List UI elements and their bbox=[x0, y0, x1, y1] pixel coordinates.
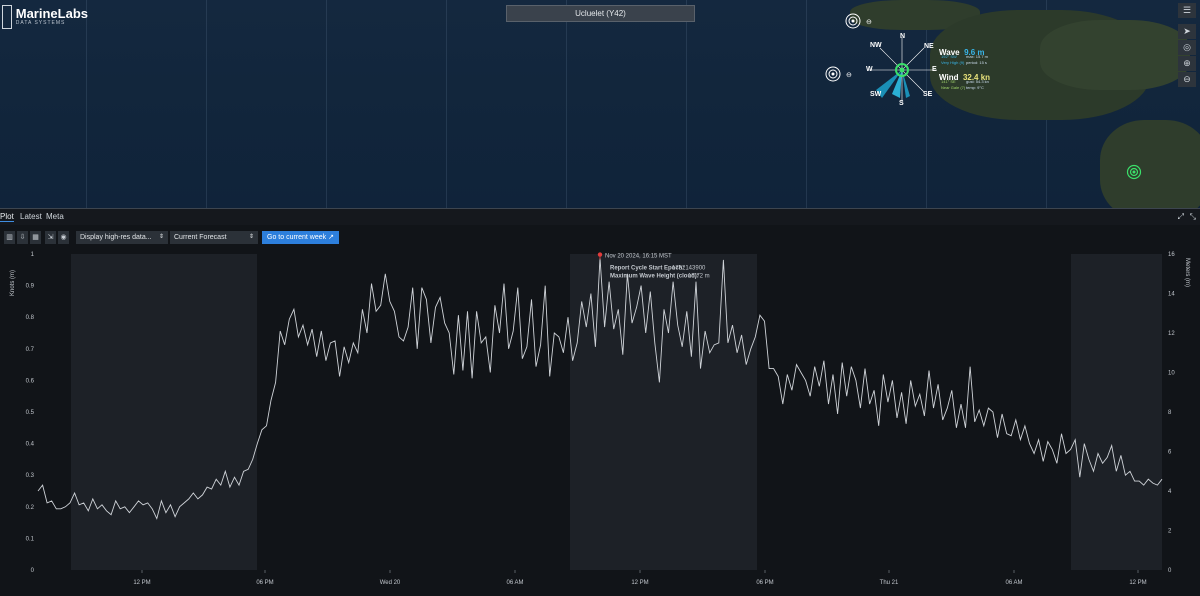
logo-name: MarineLabs bbox=[15, 6, 88, 21]
collapse-icon[interactable]: ⤡ bbox=[1190, 212, 1196, 222]
expand-icon[interactable]: ⤢ bbox=[1178, 212, 1184, 222]
x-tick-label: Wed 20 bbox=[380, 580, 401, 586]
navigate-icon[interactable]: ➤ bbox=[1178, 24, 1196, 39]
coastline bbox=[1040, 20, 1190, 90]
wind-temp: temp: 9°C bbox=[966, 85, 984, 90]
external-link-icon: ↗ bbox=[328, 234, 334, 241]
map-toolbar: ☰ ➤ ◎ ⊕ ⊖ bbox=[1178, 3, 1196, 88]
tab-meta[interactable]: Meta bbox=[46, 212, 64, 221]
y-left-tick-label: 0.6 bbox=[26, 378, 35, 384]
tooltip-line2-value: 15.72 m bbox=[688, 274, 710, 280]
y-left-tick-label: 0.2 bbox=[26, 505, 35, 511]
night-region bbox=[1071, 254, 1162, 570]
compass-se: SE bbox=[923, 91, 933, 98]
y-left-tick-label: 0.4 bbox=[26, 442, 35, 448]
x-tick-label: Thu 21 bbox=[880, 580, 899, 586]
wave-direction: 192° SW bbox=[941, 54, 957, 59]
download-icon[interactable]: ⇩ bbox=[17, 231, 28, 244]
zoom-out-icon[interactable]: ⊖ bbox=[1178, 72, 1196, 87]
y-right-tick-label: 10 bbox=[1168, 371, 1175, 377]
wind-state: Near Gale (7) bbox=[941, 85, 966, 90]
y-right-tick-label: 6 bbox=[1168, 450, 1172, 456]
y-right-tick-label: 16 bbox=[1168, 252, 1175, 258]
compass-e: E bbox=[932, 66, 937, 73]
y-left-tick-label: 0 bbox=[31, 568, 35, 574]
eye-icon[interactable]: ◉ bbox=[58, 231, 69, 244]
range-icon[interactable]: ⇲ bbox=[45, 231, 56, 244]
wind-gust: gust: 54.3 kn bbox=[966, 79, 989, 84]
compass-w: W bbox=[866, 66, 873, 73]
menu-icon[interactable]: ☰ bbox=[1178, 3, 1196, 18]
go-button-label: Go to current week bbox=[267, 234, 327, 241]
chart-type-icon[interactable]: ▥ bbox=[4, 231, 15, 244]
map-view[interactable]: MarineLabs DATA SYSTEMS Ucluelet (Y42) ⊖… bbox=[0, 0, 1200, 208]
select-arrow-icon: ⇕ bbox=[158, 234, 164, 240]
display-select[interactable]: Display high-res data... ⇕ bbox=[76, 231, 168, 244]
y-left-tick-label: 0.3 bbox=[26, 473, 35, 479]
y-right-tick-label: 2 bbox=[1168, 529, 1172, 535]
go-to-current-week-button[interactable]: Go to current week ↗ bbox=[262, 231, 339, 244]
x-tick-label: 12 PM bbox=[1129, 580, 1146, 586]
wind-direction: 141° SE bbox=[941, 79, 956, 84]
zoom-in-icon[interactable]: ⊕ bbox=[1178, 56, 1196, 71]
display-select-value: Display high-res data... bbox=[80, 234, 152, 241]
wave-period: period: 15 s bbox=[966, 60, 987, 65]
y-left-tick-label: 0.7 bbox=[26, 347, 35, 353]
y-left-tick-label: 0.8 bbox=[26, 315, 35, 321]
y-left-tick-label: 0.5 bbox=[26, 410, 35, 416]
wave-max: max: 15.7 m bbox=[966, 54, 989, 59]
svg-text:⊖: ⊖ bbox=[846, 72, 852, 79]
y-right-tick-label: 0 bbox=[1168, 568, 1172, 574]
y-left-tick-label: 0.1 bbox=[26, 536, 35, 542]
y-right-tick-label: 12 bbox=[1168, 331, 1175, 337]
tooltip-line2-label: Maximum Wave Height (cloud): bbox=[610, 274, 699, 280]
wave-chart[interactable]: 00.10.20.30.40.50.60.70.80.9102468101214… bbox=[0, 248, 1200, 591]
night-region bbox=[71, 254, 257, 570]
tab-latest[interactable]: Latest bbox=[20, 212, 42, 221]
coastline bbox=[1100, 120, 1200, 208]
select-arrow-icon: ⇕ bbox=[248, 234, 254, 240]
x-tick-label: 06 PM bbox=[256, 580, 273, 586]
wave-state: Very High (9) bbox=[941, 60, 965, 65]
highlight-point bbox=[597, 252, 603, 257]
x-tick-label: 12 PM bbox=[631, 580, 648, 586]
plot-toolbar: ▥ ⇩ ▦ ⇲ ◉ Display high-res data... ⇕ Cur… bbox=[0, 228, 1200, 248]
y-right-axis-label: Meters (m) bbox=[1184, 258, 1190, 287]
plot-area[interactable]: 0 0.1 0.2 0.3 0.4 0.5 0.6 0.7 0.8 0.9 1 0 2 4 6 8 10 12 14… bbox=[0, 248, 1200, 591]
compass-s: S bbox=[899, 100, 904, 107]
compass-ne: NE bbox=[924, 43, 934, 50]
panel-tabs: Plot Latest Meta ⤢ ⤡ bbox=[0, 208, 1200, 225]
y-left-tick-label: 0.9 bbox=[26, 284, 35, 290]
x-tick-label: 06 PM bbox=[756, 580, 773, 586]
y-left-axis-label: Knots (m) bbox=[10, 270, 16, 296]
svg-text:⊖: ⊖ bbox=[866, 19, 872, 26]
forecast-select-value: Current Forecast bbox=[174, 234, 227, 241]
y-left-tick-label: 1 bbox=[31, 252, 35, 258]
station-name[interactable]: Ucluelet (Y42) bbox=[506, 5, 695, 22]
x-tick-label: 06 AM bbox=[506, 580, 523, 586]
forecast-select[interactable]: Current Forecast ⇕ bbox=[170, 231, 258, 244]
logo-icon bbox=[2, 5, 12, 29]
compass-nw: NW bbox=[870, 42, 882, 49]
logo[interactable]: MarineLabs DATA SYSTEMS bbox=[2, 2, 88, 32]
tooltip-line1-value: 1732143900 bbox=[672, 266, 706, 272]
tooltip-time: Nov 20 2024, 16:15 MST bbox=[605, 254, 672, 260]
x-tick-label: 06 AM bbox=[1005, 580, 1022, 586]
target-icon[interactable]: ◎ bbox=[1178, 40, 1196, 55]
y-right-tick-label: 14 bbox=[1168, 292, 1175, 298]
buoy-active-icon[interactable] bbox=[1126, 164, 1142, 180]
compass-n: N bbox=[900, 33, 906, 40]
compass-sw: SW bbox=[870, 91, 882, 98]
x-tick-label: 12 PM bbox=[133, 580, 150, 586]
y-right-tick-label: 8 bbox=[1168, 410, 1172, 416]
y-right-tick-label: 4 bbox=[1168, 489, 1172, 495]
calendar-icon[interactable]: ▦ bbox=[30, 231, 41, 244]
tab-plot[interactable]: Plot bbox=[0, 212, 14, 222]
